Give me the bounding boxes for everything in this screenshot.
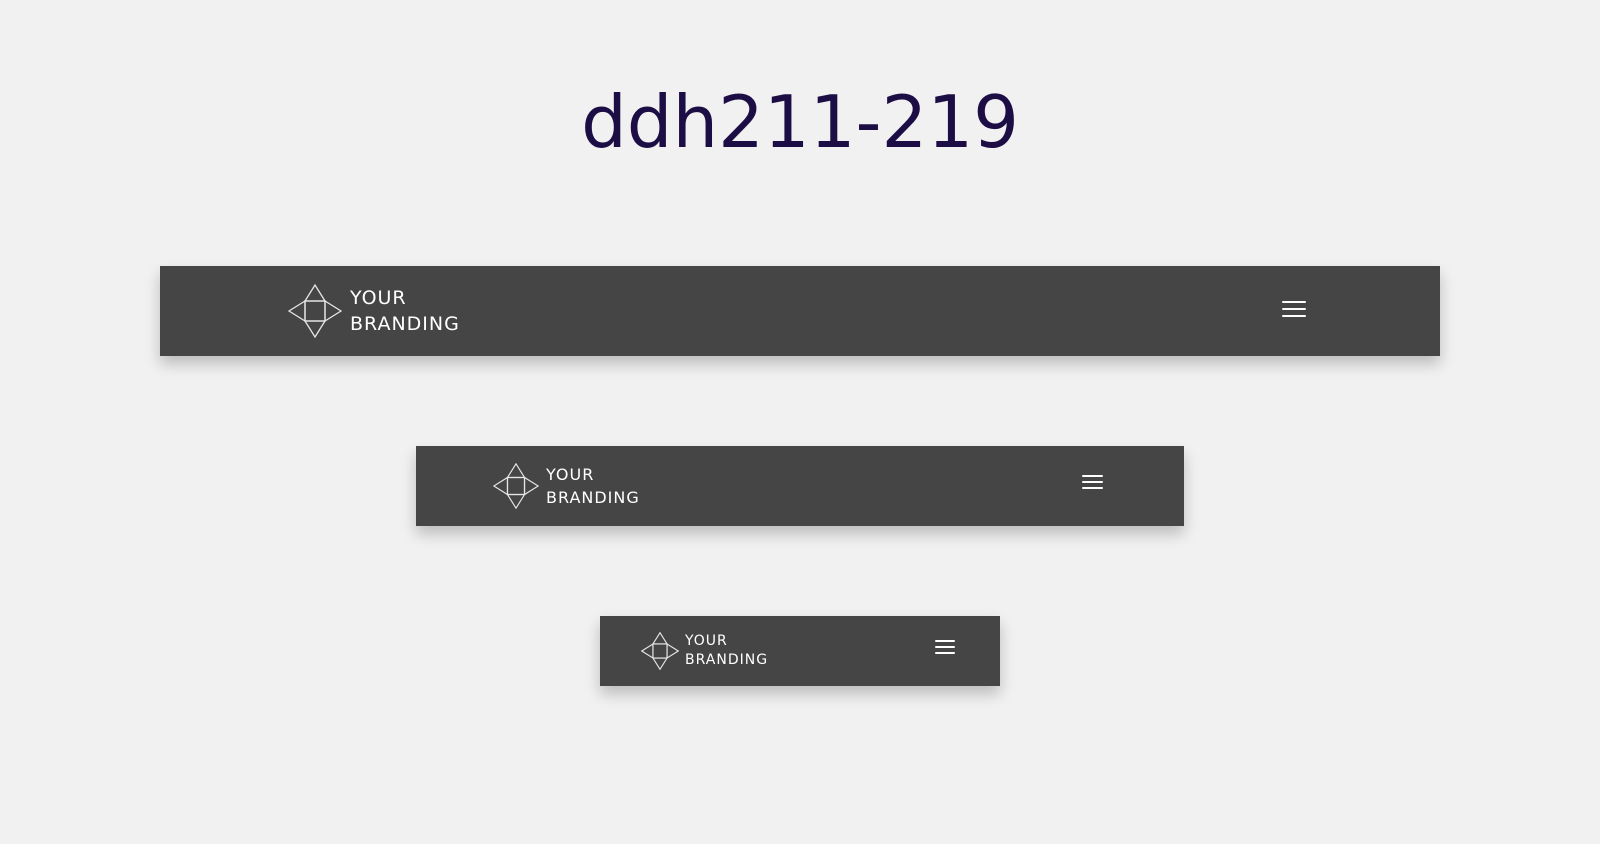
navbar-large: YOUR BRANDING (160, 266, 1440, 356)
hamburger-menu-icon[interactable] (1082, 474, 1103, 490)
brand-name: YOUR BRANDING (685, 632, 768, 670)
hamburger-menu-icon[interactable] (935, 639, 955, 654)
diamond-logo-icon (493, 463, 539, 509)
diamond-logo-icon (641, 632, 679, 670)
brand-logo-link[interactable]: YOUR BRANDING (493, 463, 640, 509)
brand-name: YOUR BRANDING (350, 285, 460, 337)
brand-logo-link[interactable]: YOUR BRANDING (641, 632, 768, 670)
brand-line-2: BRANDING (546, 488, 640, 507)
menu-bar (935, 639, 955, 642)
brand-name: YOUR BRANDING (546, 463, 640, 509)
hamburger-menu-icon[interactable] (1282, 300, 1306, 318)
navbar-small: YOUR BRANDING (600, 616, 1000, 686)
page-title: ddh211-219 (581, 80, 1019, 164)
menu-bar (1282, 308, 1306, 310)
menu-bar (1082, 487, 1103, 489)
menu-bar (1282, 315, 1306, 317)
brand-line-1: YOUR (350, 287, 407, 309)
navbar-medium: YOUR BRANDING (416, 446, 1184, 526)
diamond-logo-icon (288, 284, 342, 338)
menu-bar (1082, 481, 1103, 483)
brand-line-2: BRANDING (685, 652, 769, 668)
brand-logo-link[interactable]: YOUR BRANDING (288, 284, 460, 338)
menu-bar (935, 645, 955, 648)
brand-line-1: YOUR (685, 633, 728, 649)
menu-bar (935, 651, 955, 654)
menu-bar (1282, 301, 1306, 303)
brand-line-2: BRANDING (350, 313, 460, 335)
menu-bar (1082, 475, 1103, 477)
brand-line-1: YOUR (546, 465, 595, 484)
